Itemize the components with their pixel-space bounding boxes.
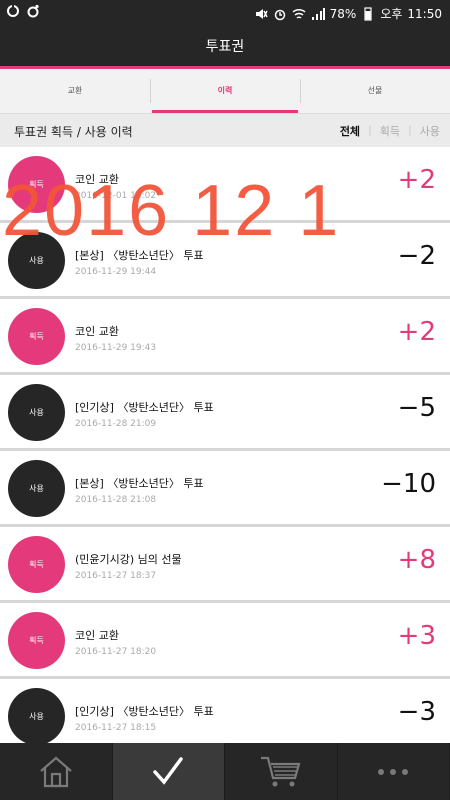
status-bar: 78% 오후 11:50 [0, 0, 450, 28]
nav-more-button[interactable] [338, 743, 450, 800]
alarm-icon [274, 9, 285, 20]
page-title: 투표권 [0, 28, 450, 66]
item-date: 2016-11-29 19:43 [75, 343, 157, 353]
history-section-title: 투표권 획득 / 사용 이력 [14, 125, 133, 139]
tab-history[interactable]: 이력 [150, 69, 300, 113]
history-item[interactable]: 획득 코인 교환 2016-11-27 18:20 +3 [0, 603, 450, 679]
wifi-icon [292, 8, 306, 19]
item-date: 2016-12-01 18:02 [75, 191, 157, 201]
battery-percent: 78% [329, 6, 357, 21]
filter-all[interactable]: 전체 [340, 123, 360, 139]
status-time: 11:50 [407, 6, 442, 21]
more-icon [378, 768, 409, 775]
camera-app-icon [27, 4, 39, 18]
item-amount: −3 [397, 697, 436, 727]
signal-icon [311, 7, 325, 20]
item-title: 코인 교환 [75, 173, 119, 186]
mute-icon [255, 8, 268, 19]
filter-row: 투표권 획득 / 사용 이력 전체 | 획득 | 사용 [0, 113, 450, 147]
history-list: 획득 코인 교환 2016-12-01 18:02 +2 사용 [본상] 〈방탄… [0, 147, 450, 755]
history-item[interactable]: 획득 코인 교환 2016-11-29 19:43 +2 [0, 299, 450, 375]
filter-separator: | [408, 123, 412, 136]
check-icon [153, 756, 183, 785]
item-amount: +2 [397, 165, 436, 195]
use-badge: 사용 [8, 460, 65, 517]
gain-badge: 획득 [8, 536, 65, 593]
filter-use[interactable]: 사용 [420, 123, 440, 139]
item-title: [본상] 〈방탄소년단〉 투표 [75, 477, 204, 490]
history-item[interactable]: 사용 [인기상] 〈방탄소년단〉 투표 2016-11-28 21:09 −5 [0, 375, 450, 451]
gain-badge: 획득 [8, 612, 65, 669]
history-item[interactable]: 사용 [본상] 〈방탄소년단〉 투표 2016-11-28 21:08 −10 [0, 451, 450, 527]
filter-options: 전체 | 획득 | 사용 [340, 123, 440, 139]
bottom-nav [0, 743, 450, 800]
item-amount: −2 [397, 241, 436, 271]
gain-badge: 획득 [8, 156, 65, 213]
item-amount: +2 [397, 317, 436, 347]
status-ampm: 오후 [380, 7, 403, 21]
item-title: (민윤기시강) 님의 선물 [75, 553, 182, 566]
item-date: 2016-11-27 18:20 [75, 647, 157, 657]
item-amount: +8 [397, 545, 436, 575]
battery-icon [364, 6, 372, 21]
filter-gain[interactable]: 획득 [380, 123, 400, 139]
item-date: 2016-11-29 19:44 [75, 267, 157, 277]
item-date: 2016-11-28 21:09 [75, 419, 157, 429]
tab-exchange[interactable]: 교환 [0, 69, 150, 113]
item-title: [인기상] 〈방탄소년단〉 투표 [75, 401, 214, 414]
history-item[interactable]: 획득 (민윤기시강) 님의 선물 2016-11-27 18:37 +8 [0, 527, 450, 603]
history-item[interactable]: 사용 [본상] 〈방탄소년단〉 투표 2016-11-29 19:44 −2 [0, 223, 450, 299]
cart-icon [260, 756, 301, 786]
item-title: [인기상] 〈방탄소년단〉 투표 [75, 705, 214, 718]
history-item[interactable]: 획득 코인 교환 2016-12-01 18:02 +2 [0, 147, 450, 223]
nav-shop-button[interactable] [225, 743, 338, 800]
item-title: 코인 교환 [75, 325, 119, 338]
u-plus-icon [7, 4, 19, 17]
nav-vote-button[interactable] [112, 743, 225, 800]
item-date: 2016-11-27 18:37 [75, 571, 157, 581]
status-left-icons [6, 4, 40, 18]
app-root: 78% 오후 11:50 투표권 교환 이력 선물 투표권 획득 / 사용 이력… [0, 0, 450, 800]
item-amount: −10 [381, 469, 436, 499]
item-title: 코인 교환 [75, 629, 119, 642]
gain-badge: 획득 [8, 308, 65, 365]
item-amount: +3 [397, 621, 436, 651]
use-badge: 사용 [8, 688, 65, 745]
item-amount: −5 [397, 393, 436, 423]
use-badge: 사용 [8, 232, 65, 289]
item-date: 2016-11-28 21:08 [75, 495, 157, 505]
item-title: [본상] 〈방탄소년단〉 투표 [75, 249, 204, 262]
tab-bar: 교환 이력 선물 [0, 69, 450, 113]
filter-separator: | [368, 123, 372, 136]
nav-home-button[interactable] [0, 743, 113, 800]
status-right: 78% 오후 11:50 [254, 5, 442, 22]
home-icon [40, 756, 72, 787]
item-date: 2016-11-27 18:15 [75, 723, 157, 733]
tab-gift[interactable]: 선물 [300, 69, 450, 113]
use-badge: 사용 [8, 384, 65, 441]
